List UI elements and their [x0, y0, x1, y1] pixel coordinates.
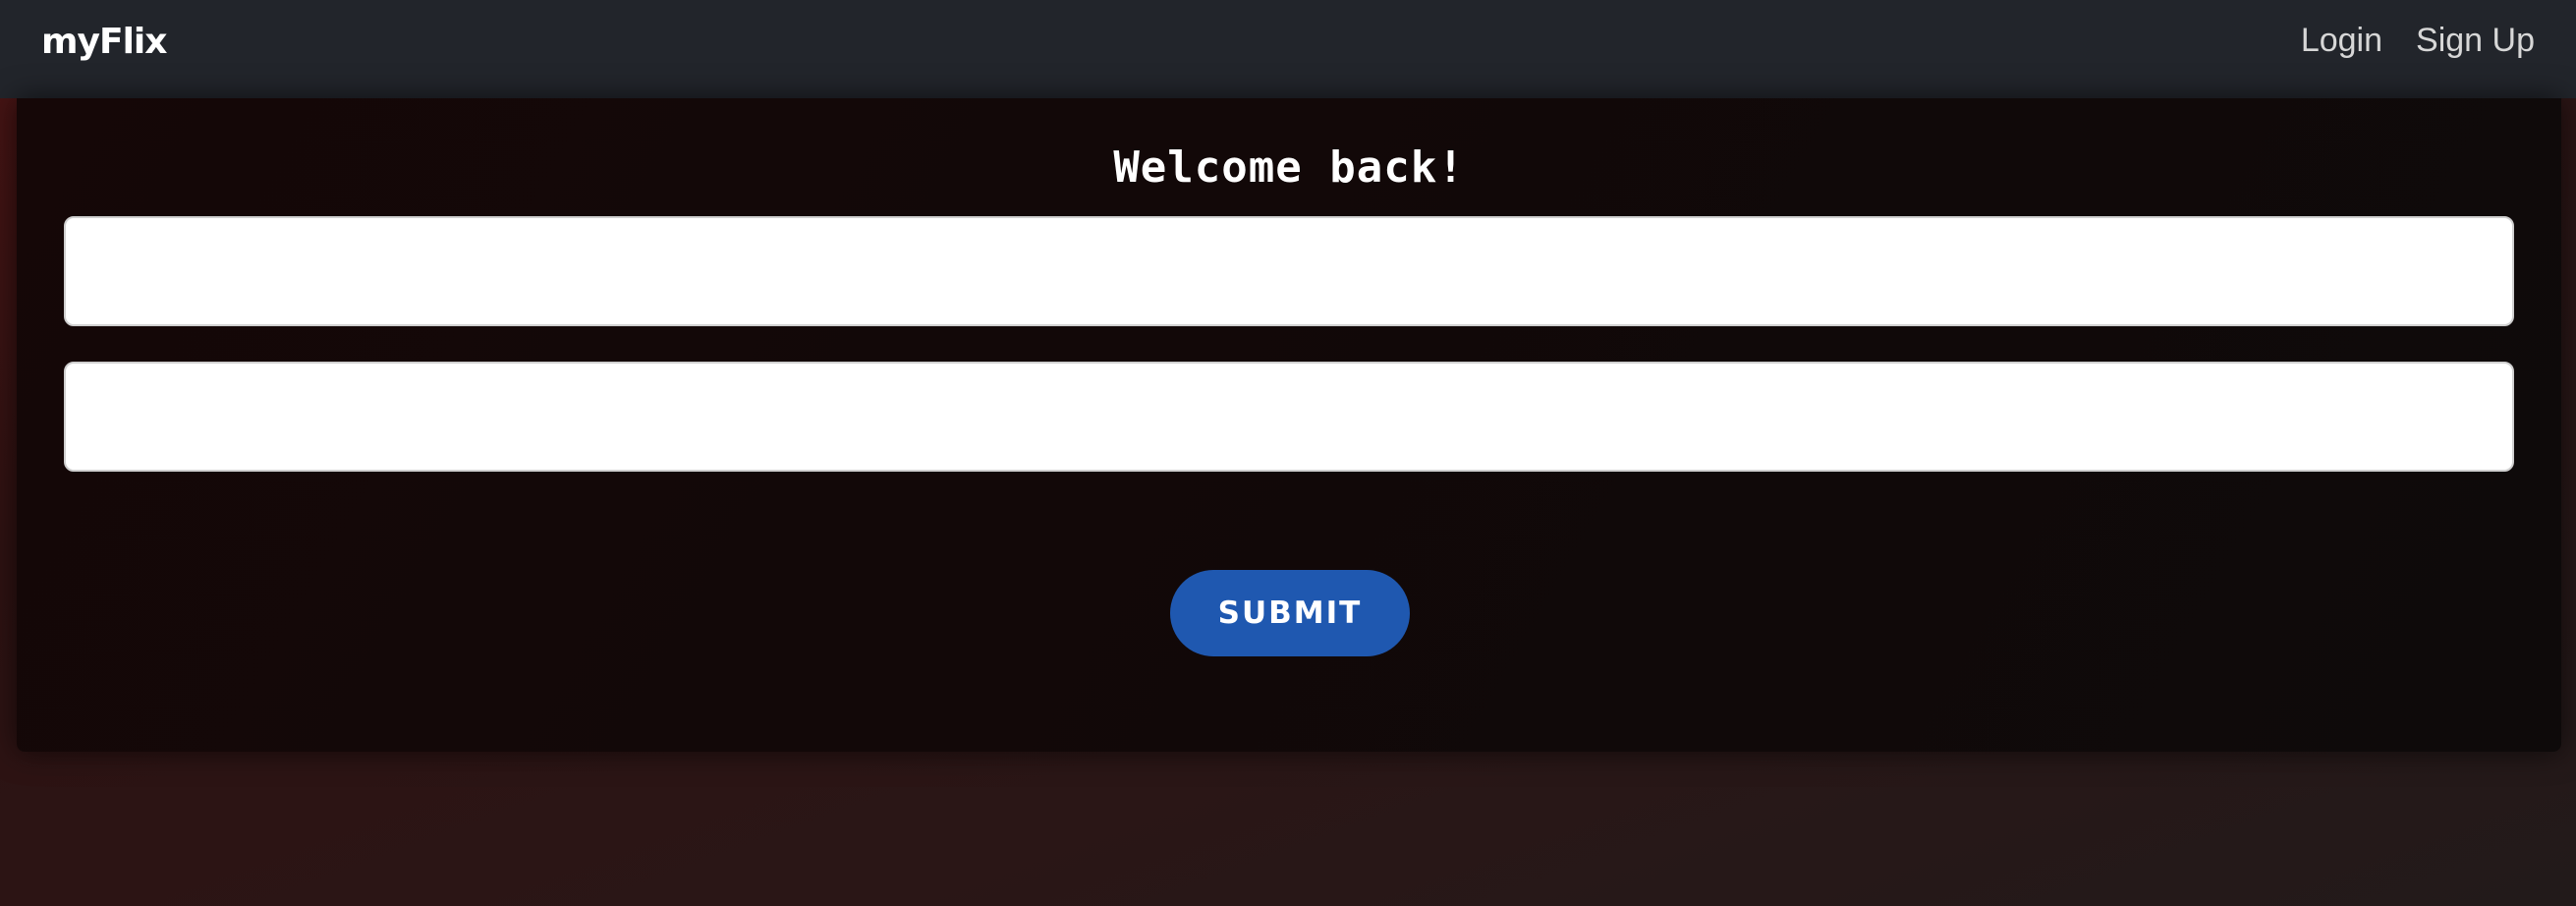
nav-link-login[interactable]: Login [2301, 22, 2382, 60]
brand-logo[interactable]: myFlix [41, 22, 167, 62]
username-field[interactable] [64, 216, 2514, 326]
login-card: Welcome back! SUBMIT [17, 98, 2561, 752]
submit-button[interactable]: SUBMIT [1170, 570, 1410, 656]
navbar: myFlix Login Sign Up [0, 0, 2576, 98]
nav-link-signup[interactable]: Sign Up [2416, 22, 2535, 60]
password-field[interactable] [64, 362, 2514, 472]
nav-links: Login Sign Up [2301, 22, 2535, 60]
page-title: Welcome back! [1113, 142, 1465, 193]
